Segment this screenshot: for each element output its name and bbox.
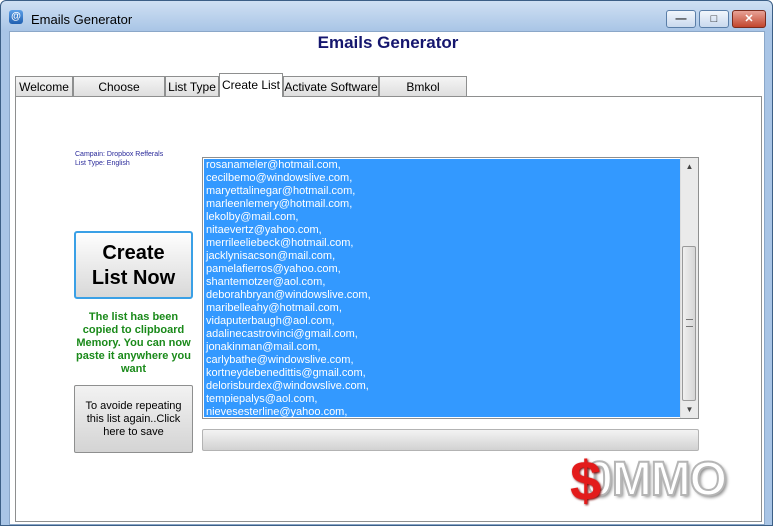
email-list[interactable]: rosanameler@hotmail.com, cecilbemo@window…: [204, 159, 681, 417]
tab-welcome[interactable]: Welcome: [15, 76, 73, 96]
campaign-info: Campain: Dropbox Refferals List Type: En…: [75, 150, 163, 168]
email-item[interactable]: cecilbemo@windowslive.com,: [204, 172, 681, 185]
app-window: @ Emails Generator — □ ✕ Emails Generato…: [0, 0, 773, 526]
tab-choose-campain[interactable]: Choose Campain: [73, 76, 165, 114]
email-item[interactable]: delorisburdex@windowslive.com,: [204, 380, 681, 393]
window-title: Emails Generator: [31, 12, 133, 27]
email-item[interactable]: vidaputerbaugh@aol.com,: [204, 315, 681, 328]
tab-create-list[interactable]: Create List: [219, 73, 283, 97]
at-sign-icon: @: [9, 10, 23, 24]
email-item[interactable]: marleenlemery@hotmail.com,: [204, 198, 681, 211]
scroll-thumb[interactable]: [682, 246, 696, 401]
logo-text: 0MMO: [585, 452, 728, 507]
email-item[interactable]: nitaevertz@yahoo.com,: [204, 224, 681, 237]
email-item[interactable]: adalinecastrovinci@gmail.com,: [204, 328, 681, 341]
minimize-icon: —: [675, 13, 687, 25]
scroll-down-icon[interactable]: ▼: [681, 401, 698, 418]
email-item[interactable]: rosanameler@hotmail.com,: [204, 159, 681, 172]
email-item[interactable]: nievesesterline@yahoo.com,: [204, 406, 681, 417]
email-item[interactable]: jacklynisacson@mail.com,: [204, 250, 681, 263]
page-title: Emails Generator: [317, 33, 459, 52]
list-type-label: List Type: English: [75, 160, 130, 167]
minimize-button[interactable]: —: [666, 10, 696, 28]
watermark-logo: 0MMO $: [566, 449, 758, 520]
close-icon: ✕: [744, 13, 754, 25]
email-listbox[interactable]: rosanameler@hotmail.com, cecilbemo@window…: [202, 157, 699, 419]
email-item[interactable]: jonakinman@mail.com,: [204, 341, 681, 354]
client-area: Emails Generator Welcome Choose Campain …: [9, 31, 765, 525]
email-item[interactable]: tempiepalys@aol.com,: [204, 393, 681, 406]
campaign-label: Campain: Dropbox Refferals: [75, 151, 164, 158]
tab-list-type[interactable]: List Type: [165, 76, 219, 96]
email-item[interactable]: merrileeliebeck@hotmail.com,: [204, 237, 681, 250]
tab-bmkol-softwares[interactable]: Bmkol Softwares: [379, 76, 467, 114]
progress-bar: [202, 429, 699, 451]
grip-icon: [686, 319, 693, 327]
email-item[interactable]: pamelafierros@yahoo.com,: [204, 263, 681, 276]
email-item[interactable]: shantemotzer@aol.com,: [204, 276, 681, 289]
email-item[interactable]: maryettalinegar@hotmail.com,: [204, 185, 681, 198]
maximize-icon: □: [710, 13, 718, 25]
vertical-scrollbar[interactable]: ▲ ▼: [680, 158, 698, 418]
save-list-button[interactable]: To avoide repeating this list again..Cli…: [74, 385, 193, 453]
clipboard-status-message: The list has been copied to clipboard Me…: [76, 311, 191, 375]
email-item[interactable]: kortneydebenedittis@gmail.com,: [204, 367, 681, 380]
create-list-button-line2: List Now: [91, 267, 176, 289]
email-item[interactable]: lekolby@mail.com,: [204, 211, 681, 224]
tab-activate-software[interactable]: Activate Software: [283, 76, 379, 96]
title-bar[interactable]: @ Emails Generator — □ ✕: [1, 1, 772, 31]
close-button[interactable]: ✕: [732, 10, 766, 28]
email-item[interactable]: carlybathe@windowslive.com,: [204, 354, 681, 367]
email-item[interactable]: maribelleahy@hotmail.com,: [204, 302, 681, 315]
create-list-button-line1: Create: [102, 242, 165, 264]
scroll-up-icon[interactable]: ▲: [681, 158, 698, 175]
maximize-button[interactable]: □: [699, 10, 729, 28]
email-item[interactable]: deborahbryan@windowslive.com,: [204, 289, 681, 302]
logo-dollar: $: [570, 449, 602, 512]
create-list-button[interactable]: Create List Now: [74, 231, 193, 299]
